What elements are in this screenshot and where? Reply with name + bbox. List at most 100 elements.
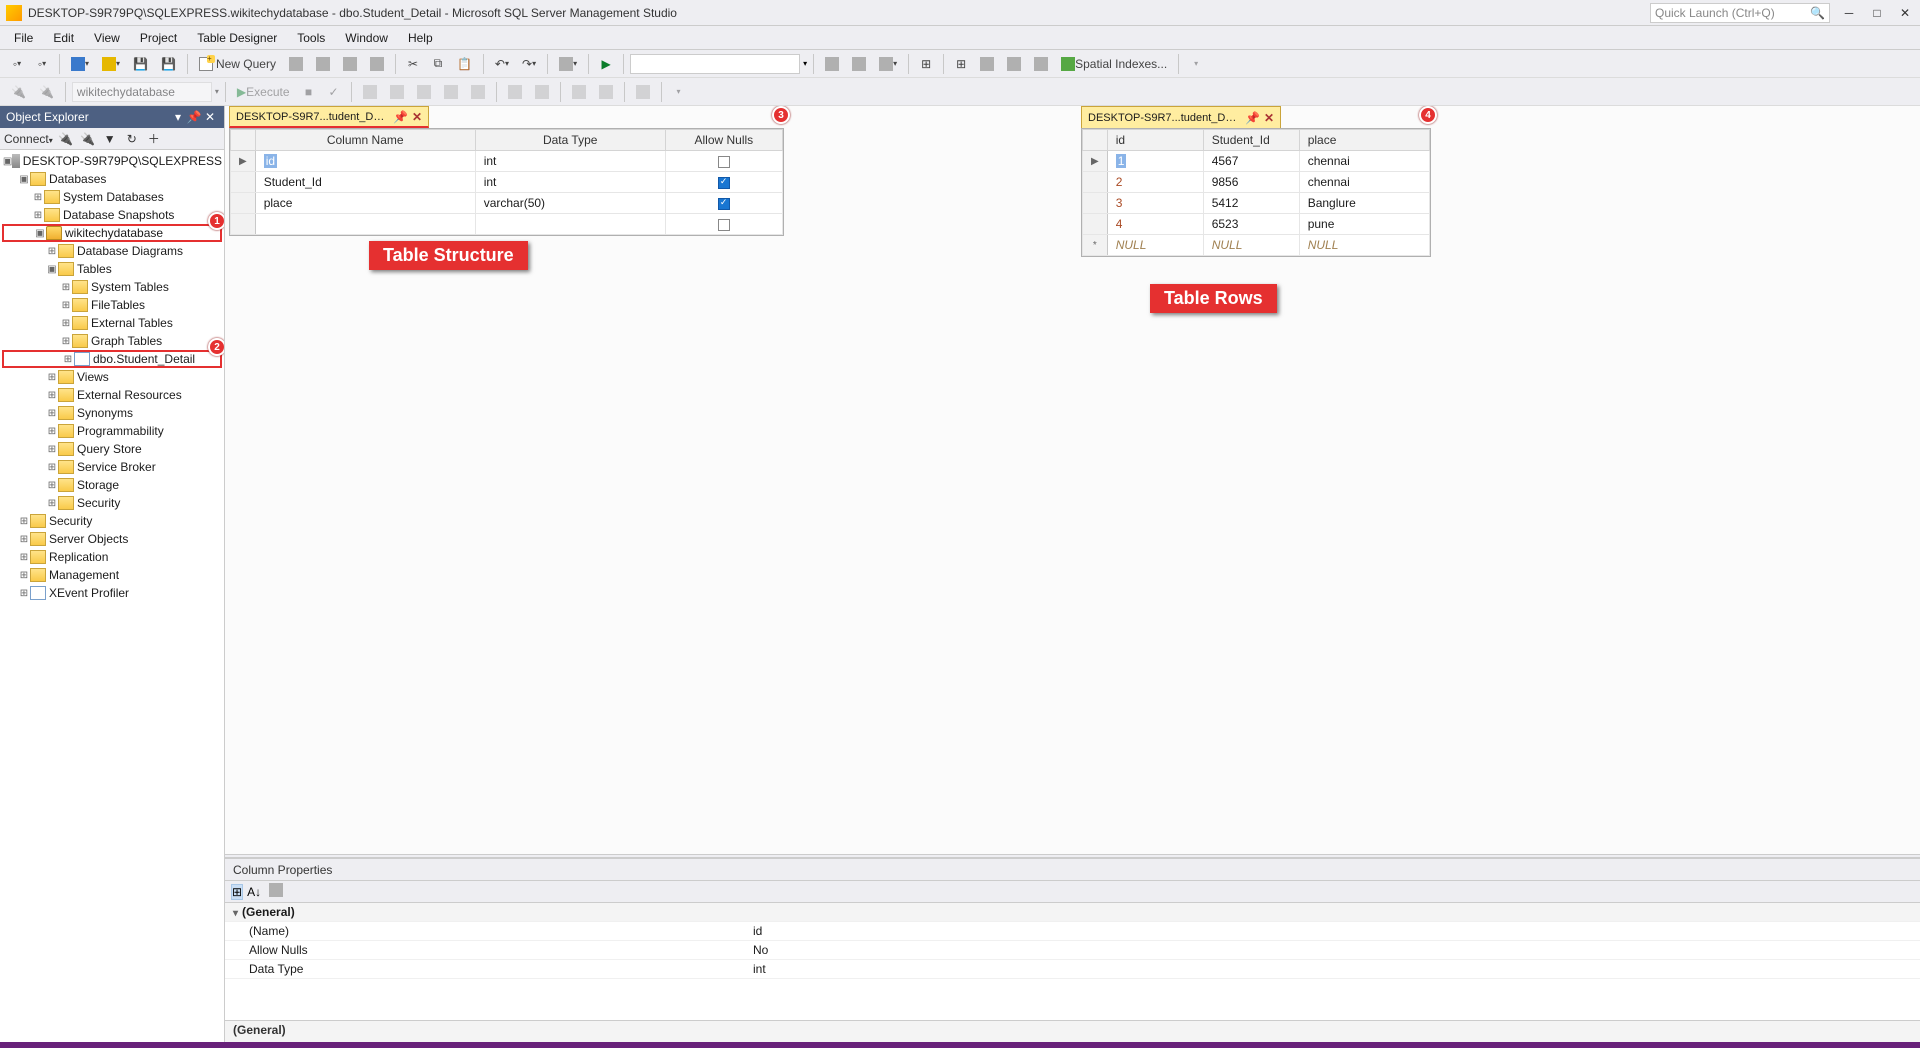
tree-query-store[interactable]: ⊞Query Store [2,440,222,458]
back-button[interactable]: ◦▾ [6,53,28,75]
menu-file[interactable]: File [6,29,41,47]
comment-button[interactable] [503,81,527,103]
dmx-query-button[interactable] [338,53,362,75]
start-button[interactable]: ▶ [595,53,617,75]
designer-col-name[interactable]: id [264,154,277,168]
tree-databases[interactable]: ▣Databases [2,170,222,188]
refresh-icon[interactable]: ↻ [123,130,141,148]
tree-tables[interactable]: ▣Tables [2,260,222,278]
display-plan-button[interactable] [358,81,382,103]
menu-view[interactable]: View [86,29,128,47]
cell-student-id[interactable]: 4567 [1203,151,1299,172]
cell-id[interactable]: 3 [1107,193,1203,214]
database-select[interactable] [72,82,212,102]
connect-button[interactable]: Connect▾ [4,132,53,146]
allow-nulls-checkbox[interactable] [718,156,730,168]
close-button[interactable]: ✕ [1896,6,1914,20]
properties-category[interactable]: ▾(General) [225,903,1920,922]
tree-storage[interactable]: ⊞Storage [2,476,222,494]
data-row[interactable]: 3 5412 Banglure [1083,193,1430,214]
property-row[interactable]: (Name) id [225,922,1920,941]
data-row[interactable]: 4 6523 pune [1083,214,1430,235]
menu-table-designer[interactable]: Table Designer [189,29,285,47]
row-selector-icon[interactable]: ▶ [1083,151,1108,172]
tree-server-objects[interactable]: ⊞Server Objects [2,530,222,548]
designer-col-name[interactable]: Student_Id [255,172,475,193]
new-query-button[interactable]: New Query [194,53,281,75]
tree-database-snapshots[interactable]: ⊞Database Snapshots [2,206,222,224]
disconnect-all-icon[interactable]: 🔌 [79,130,97,148]
menu-edit[interactable]: Edit [45,29,82,47]
execute-button[interactable]: ▶ Execute [232,81,295,103]
col-id[interactable]: id [1107,130,1203,151]
tree-external-tables[interactable]: ⊞External Tables [2,314,222,332]
tree-synonyms[interactable]: ⊞Synonyms [2,404,222,422]
cell-null[interactable]: NULL [1299,235,1429,256]
categorize-button[interactable]: ⊞ [231,884,243,900]
spatial-button[interactable]: Spatial Indexes... [1056,53,1172,75]
forward-button[interactable]: ◦▾ [31,53,53,75]
results-text-button[interactable] [466,81,490,103]
include-plan-button[interactable] [385,81,409,103]
tree-student-detail[interactable]: ⊞dbo.Student_Detail [2,350,222,368]
manage-columns-button[interactable] [1029,53,1053,75]
close-icon[interactable]: ✕ [412,110,422,124]
tree-programmability[interactable]: ⊞Programmability [2,422,222,440]
filter-icon[interactable]: ▼ [101,130,119,148]
outdent-button[interactable] [594,81,618,103]
new-row-icon[interactable]: * [1083,235,1108,256]
cell-place[interactable]: Banglure [1299,193,1429,214]
designer-row[interactable]: place varchar(50) [231,193,783,214]
collapse-icon[interactable]: ▾ [233,908,238,919]
save-button[interactable]: 💾 [128,53,153,75]
pin-icon[interactable]: 📌 [393,110,408,124]
designer-col-type[interactable]: varchar(50) [475,193,665,214]
xml-indexes-button[interactable] [975,53,999,75]
fulltext-button[interactable]: ⊞ [950,53,972,75]
tree-wikitechy-db[interactable]: ▣wikitechydatabase [2,224,222,242]
disconnect-icon[interactable]: 🔌 [57,130,75,148]
quick-launch-input[interactable]: Quick Launch (Ctrl+Q) 🔍 [1650,3,1830,23]
xmla-query-button[interactable] [365,53,389,75]
cut-button[interactable]: ✂ [402,53,424,75]
col-student-id[interactable]: Student_Id [1203,130,1299,151]
cell-id[interactable]: 2 [1107,172,1203,193]
property-value[interactable]: id [745,924,1920,938]
include-stats-button[interactable] [412,81,436,103]
overflow-button[interactable]: ▾ [668,81,690,103]
pin-icon[interactable]: 📌 [186,110,202,124]
allow-nulls-checkbox[interactable] [718,198,730,210]
tree-external-resources[interactable]: ⊞External Resources [2,386,222,404]
data-row[interactable]: ▶ 1 4567 chennai [1083,151,1430,172]
tree-db-security[interactable]: ⊞Security [2,494,222,512]
pin-icon[interactable]: 📌 [1245,111,1260,125]
menu-help[interactable]: Help [400,29,441,47]
relationships-button[interactable] [847,53,871,75]
designer-row[interactable]: ▶ id int [231,151,783,172]
stop-button[interactable]: ■ [298,81,320,103]
tab-designer[interactable]: DESKTOP-S9R7...tudent_Detail 📌 ✕ [229,106,429,128]
alphabetical-button[interactable]: A↓ [247,885,261,899]
properties-grid[interactable]: ▾(General) (Name) id Allow Nulls No Data… [225,903,1920,1020]
indexes-button[interactable]: ▾ [874,53,902,75]
db-engine-query-button[interactable] [284,53,308,75]
copy-button[interactable]: ⧉ [427,53,449,75]
tab-data[interactable]: DESKTOP-S9R7...tudent_Detail 📌 ✕ [1081,106,1281,128]
save-all-button[interactable]: 💾 [156,53,181,75]
menu-window[interactable]: Window [337,29,396,47]
property-value[interactable]: int [745,962,1920,976]
designer-col-name[interactable]: place [255,193,475,214]
menu-tools[interactable]: Tools [289,29,333,47]
tree-server[interactable]: ▣DESKTOP-S9R79PQ\SQLEXPRESS [2,152,222,170]
mdx-query-button[interactable] [311,53,335,75]
tree-graph-tables[interactable]: ⊞Graph Tables [2,332,222,350]
find-button[interactable]: ▾ [554,53,582,75]
uncomment-button[interactable] [530,81,554,103]
cell-id[interactable]: 4 [1107,214,1203,235]
designer-row[interactable]: Student_Id int [231,172,783,193]
connect-button[interactable]: 🔌 [6,81,31,103]
parse-button[interactable]: ✓ [323,81,345,103]
cell-null[interactable]: NULL [1107,235,1203,256]
col-data-type[interactable]: Data Type [475,130,665,151]
property-row[interactable]: Data Type int [225,960,1920,979]
